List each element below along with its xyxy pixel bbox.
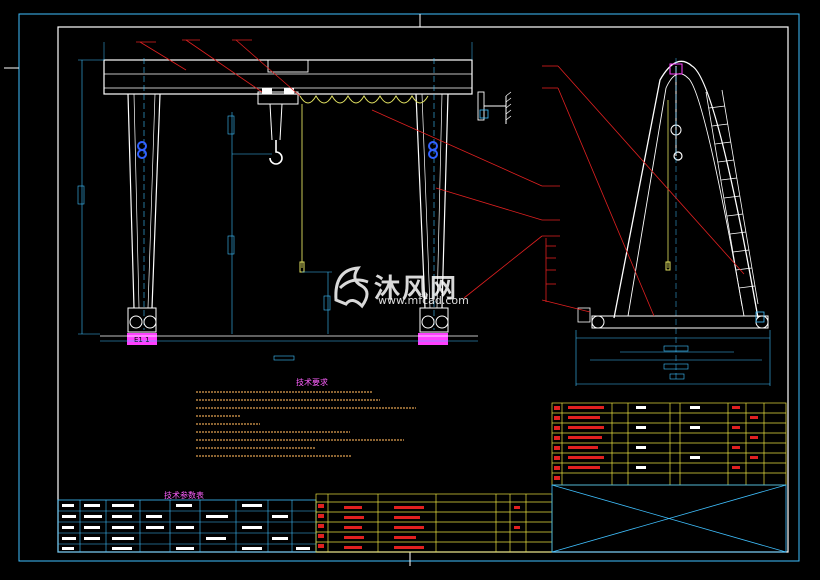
side-arch-inner [627, 73, 745, 317]
tech-requirement-lines [196, 391, 416, 457]
festoon-cable [299, 94, 429, 104]
left-foot-tag-text: E1 1 [134, 336, 150, 344]
title-block [551, 484, 787, 553]
watermark-url: www.mfcad.com [378, 294, 469, 307]
tech-params-table [57, 499, 317, 553]
side-view [575, 58, 771, 386]
tech-requirements-title: 技术要求 [296, 378, 328, 387]
right-table-white-marks [636, 406, 700, 469]
hook [269, 140, 283, 165]
right-parts-table [551, 402, 787, 486]
leader-lines-front [139, 39, 543, 299]
front-view: E1 1 [77, 42, 512, 361]
watermark-logo [334, 266, 369, 309]
parts-list-table [315, 493, 553, 553]
tech-params-title: 技术参数表 [164, 491, 204, 500]
side-base-beam [591, 315, 769, 329]
right-foot-tag [418, 333, 448, 345]
leader-lines-side [541, 65, 745, 317]
side-arch-outer [613, 60, 759, 319]
